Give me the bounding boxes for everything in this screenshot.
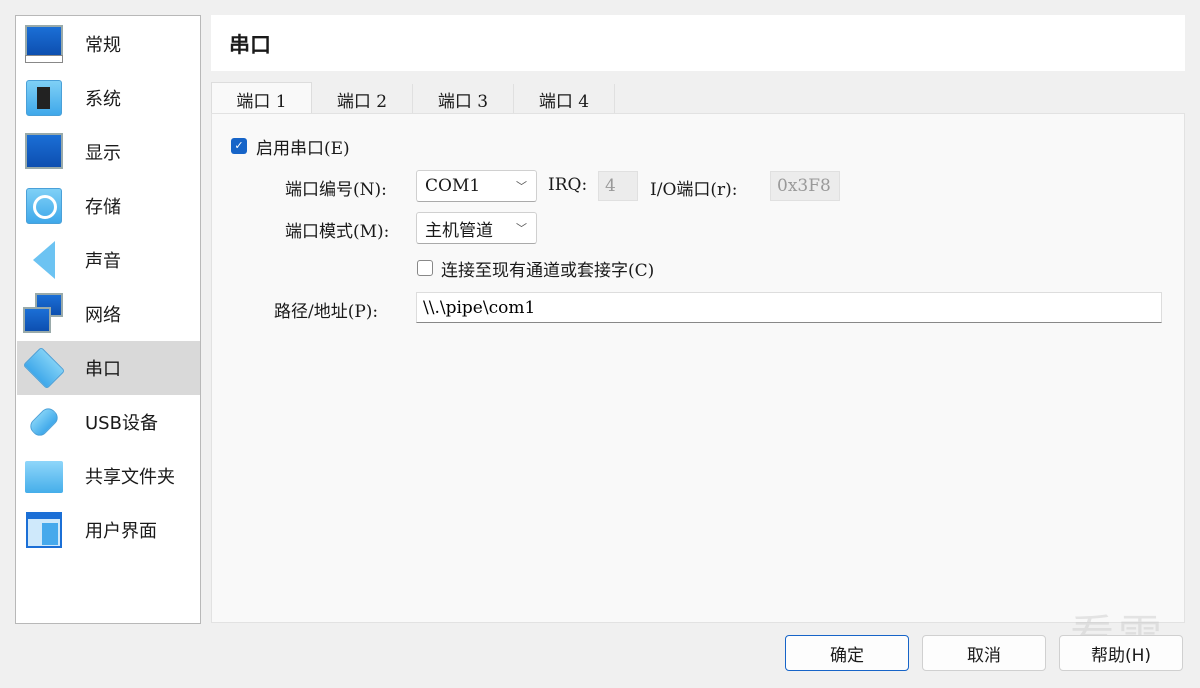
user-interface-icon <box>23 509 65 551</box>
storage-disk-icon <box>23 185 65 227</box>
sidebar-item-user-interface[interactable]: 用户界面 <box>17 503 200 557</box>
tab-port-1[interactable]: 端口 1 <box>211 82 312 115</box>
tab-port-4[interactable]: 端口 4 <box>514 84 615 115</box>
chevron-down-icon: ﹀ <box>516 222 527 235</box>
port-mode-value: 主机管道 <box>425 220 493 241</box>
sidebar-item-audio[interactable]: 声音 <box>17 233 200 287</box>
serial-port-icon <box>22 346 66 390</box>
sidebar-item-network[interactable]: 网络 <box>17 287 200 341</box>
tab-port-2[interactable]: 端口 2 <box>312 84 413 115</box>
io-port-label: I/O端口(r): <box>650 180 738 200</box>
sidebar-item-general[interactable]: 常规 <box>17 17 200 71</box>
system-chip-icon <box>23 77 65 119</box>
port-mode-label: 端口模式(M): <box>285 222 390 242</box>
general-monitor-icon <box>23 23 65 65</box>
cancel-button[interactable]: 取消 <box>922 635 1046 671</box>
port-tabs: 端口 1 端口 2 端口 3 端口 4 <box>211 82 615 115</box>
sidebar-item-storage[interactable]: 存储 <box>17 179 200 233</box>
display-monitor-icon <box>23 131 65 173</box>
connect-existing-label: 连接至现有通道或套接字(C) <box>441 261 655 281</box>
sidebar-item-system[interactable]: 系统 <box>17 71 200 125</box>
page-header: 串口 <box>211 15 1185 71</box>
ok-button[interactable]: 确定 <box>785 635 909 671</box>
sidebar-item-shared-folders[interactable]: 共享文件夹 <box>17 449 200 503</box>
enable-serial-checkbox[interactable]: ✓ <box>231 138 247 154</box>
network-icon <box>23 293 65 335</box>
sidebar-item-serial-port[interactable]: 串口 <box>17 341 200 395</box>
path-input[interactable] <box>416 292 1162 323</box>
port-number-value: COM1 <box>425 176 481 196</box>
sidebar-item-usb[interactable]: USB设备 <box>17 395 200 449</box>
sidebar-item-display[interactable]: 显示 <box>17 125 200 179</box>
port-number-label: 端口编号(N): <box>285 180 387 200</box>
usb-icon <box>23 401 65 443</box>
audio-speaker-icon <box>23 239 65 281</box>
irq-label: IRQ: <box>548 175 588 195</box>
port-number-select[interactable]: COM1 ﹀ <box>416 170 537 202</box>
settings-sidebar: 常规 系统 显示 存储 声音 网络 串口 USB设备 共享文件夹 用户界面 <box>15 15 201 624</box>
path-label: 路径/地址(P): <box>274 302 379 322</box>
help-button[interactable]: 帮助(H) <box>1059 635 1183 671</box>
page-title: 串口 <box>229 33 271 57</box>
enable-serial-label: 启用串口(E) <box>256 139 350 159</box>
irq-field[interactable]: 4 <box>598 171 638 201</box>
tab-port-3[interactable]: 端口 3 <box>413 84 514 115</box>
port-mode-select[interactable]: 主机管道 ﹀ <box>416 212 537 244</box>
chevron-down-icon: ﹀ <box>516 180 527 193</box>
connect-existing-checkbox[interactable] <box>417 260 433 276</box>
io-port-field[interactable]: 0x3F8 <box>770 171 840 201</box>
shared-folder-icon <box>23 455 65 497</box>
